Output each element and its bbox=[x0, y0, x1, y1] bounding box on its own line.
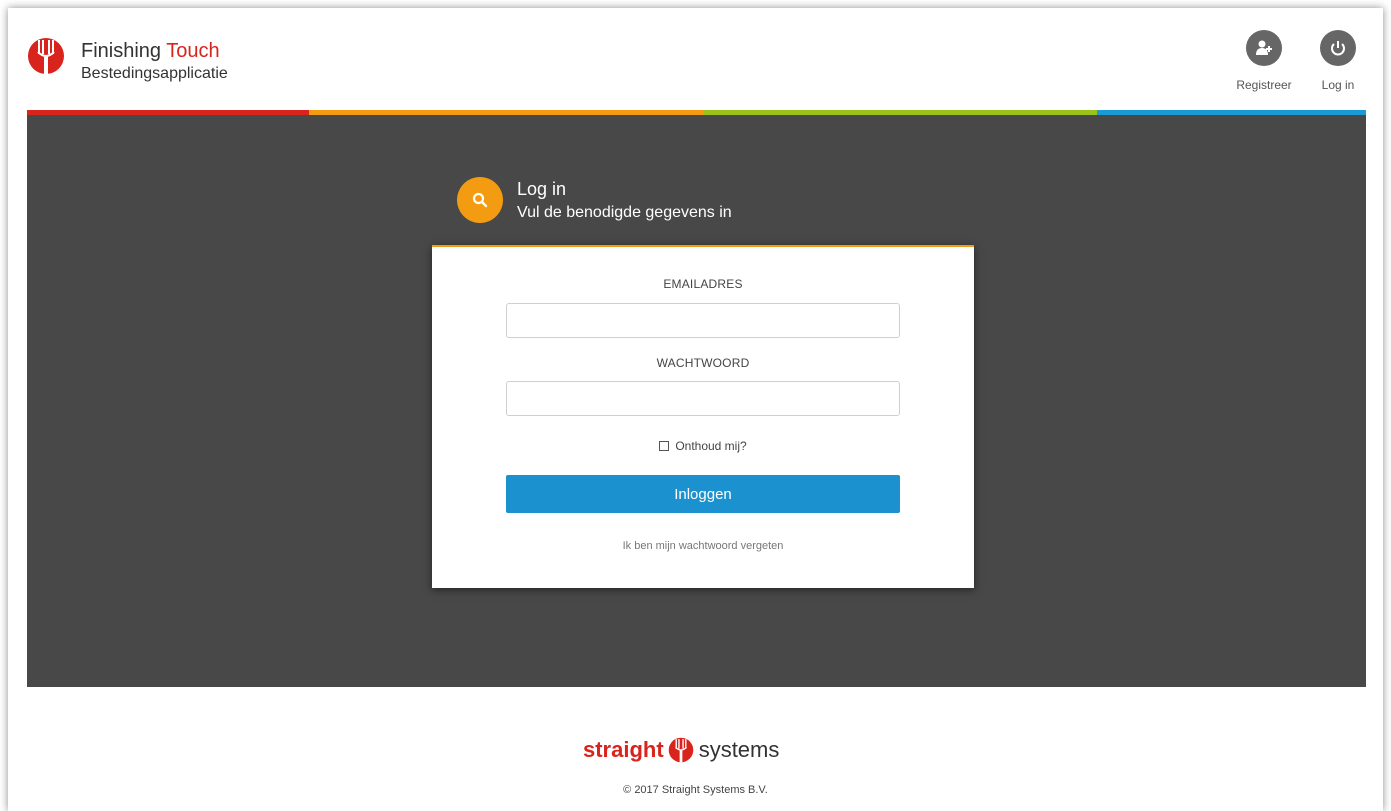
brand-title-accent: Touch bbox=[166, 40, 220, 62]
remember-me[interactable]: Onthoud mij? bbox=[432, 439, 974, 453]
register-label: Registreer bbox=[1236, 78, 1292, 92]
main-area: Log in Vul de benodigde gegevens in EMAI… bbox=[27, 115, 1366, 687]
logo-text-systems: systems bbox=[698, 737, 780, 762]
fork-logo-icon bbox=[668, 737, 693, 763]
search-icon bbox=[457, 177, 503, 223]
login-header-label: Log in bbox=[1321, 78, 1355, 92]
copyright: © 2017 Straight Systems B.V. bbox=[623, 784, 768, 796]
login-card: EMAILADRES WACHTWOORD Onthoud mij? Inlog… bbox=[432, 245, 974, 588]
header: Finishing Touch Bestedingsapplicatie Reg… bbox=[27, 30, 1366, 110]
email-field[interactable] bbox=[506, 303, 900, 338]
brand-title-main: Finishing bbox=[81, 40, 162, 62]
remember-checkbox[interactable] bbox=[659, 441, 670, 451]
panel-subtitle: Vul de benodigde gegevens in bbox=[517, 204, 732, 221]
password-label: WACHTWOORD bbox=[656, 356, 750, 370]
power-icon bbox=[1320, 30, 1356, 66]
password-field[interactable] bbox=[506, 381, 900, 416]
email-label: EMAILADRES bbox=[663, 277, 743, 291]
login-button[interactable]: Inloggen bbox=[506, 475, 900, 513]
brand: Finishing Touch Bestedingsapplicatie bbox=[81, 40, 228, 84]
register-button[interactable]: Registreer bbox=[1236, 30, 1292, 92]
header-actions: Registreer Log in bbox=[1236, 30, 1366, 92]
panel-title: Log in bbox=[517, 179, 567, 199]
forgot-password-link[interactable]: Ik ben mijn wachtwoord vergeten bbox=[432, 540, 974, 552]
add-user-icon bbox=[1246, 30, 1282, 66]
finishing-touch-logo-icon bbox=[28, 38, 64, 74]
straight-systems-logo: straight systems bbox=[583, 735, 779, 765]
brand-title: Finishing Touch bbox=[81, 40, 228, 62]
brand-subtitle: Bestedingsapplicatie bbox=[81, 65, 228, 82]
logo-text-straight: straight bbox=[583, 737, 664, 762]
remember-label: Onthoud mij? bbox=[675, 439, 747, 453]
login-header-button[interactable]: Log in bbox=[1310, 30, 1366, 92]
